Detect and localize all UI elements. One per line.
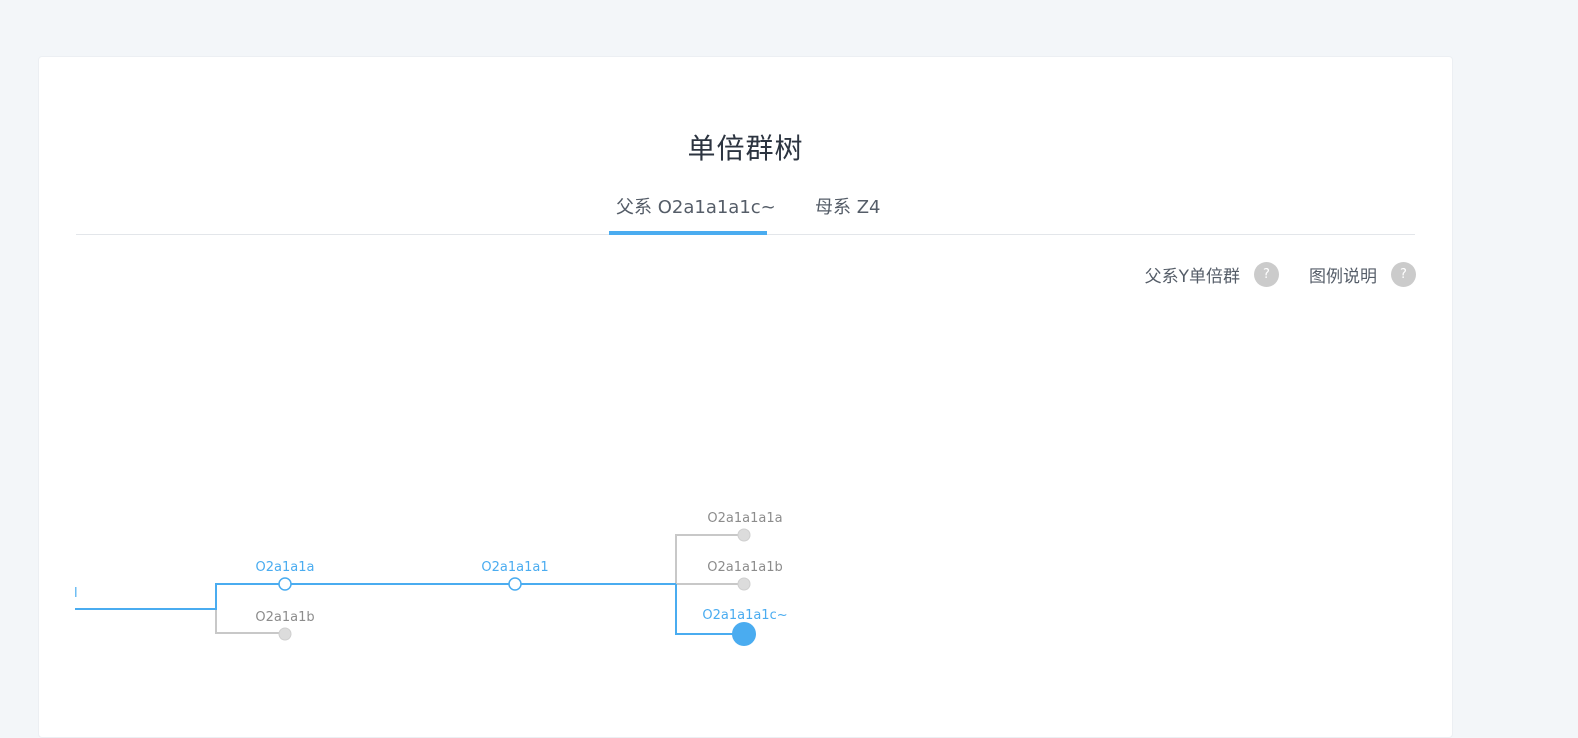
tree-edge-label: l: [75, 586, 78, 601]
node-label: O2a1a1a1: [481, 560, 548, 575]
node-label: O2a1a1a: [256, 560, 315, 575]
tree-svg: l O2a1a1a O2a1a1b O2a1a1a1 O2a1a1a1a O2a…: [75, 511, 788, 646]
current-node-marker: [732, 622, 756, 646]
tree-node[interactable]: O2a1a1a: [256, 560, 315, 591]
node-label: O2a1a1a1b: [707, 560, 782, 575]
node-label: O2a1a1a1c~: [702, 608, 787, 623]
tree-edge-active: [75, 583, 676, 610]
node-marker: [278, 577, 292, 591]
haplogroup-tree: l O2a1a1a O2a1a1b O2a1a1a1 O2a1a1a1a O2a…: [75, 0, 1415, 718]
node-marker: [737, 528, 751, 542]
tree-node[interactable]: O2a1a1a1b: [707, 560, 783, 591]
tree-node-current[interactable]: O2a1a1a1c~: [702, 608, 788, 646]
node-marker: [278, 627, 292, 641]
tree-node[interactable]: O2a1a1a1a: [707, 511, 783, 542]
node-marker: [737, 577, 751, 591]
tree-node[interactable]: O2a1a1b: [255, 610, 315, 641]
tree-edge: [215, 584, 285, 634]
tree-node[interactable]: O2a1a1a1: [481, 560, 549, 591]
node-marker: [508, 577, 522, 591]
node-label: O2a1a1b: [255, 610, 314, 625]
node-label: O2a1a1a1a: [707, 511, 782, 526]
